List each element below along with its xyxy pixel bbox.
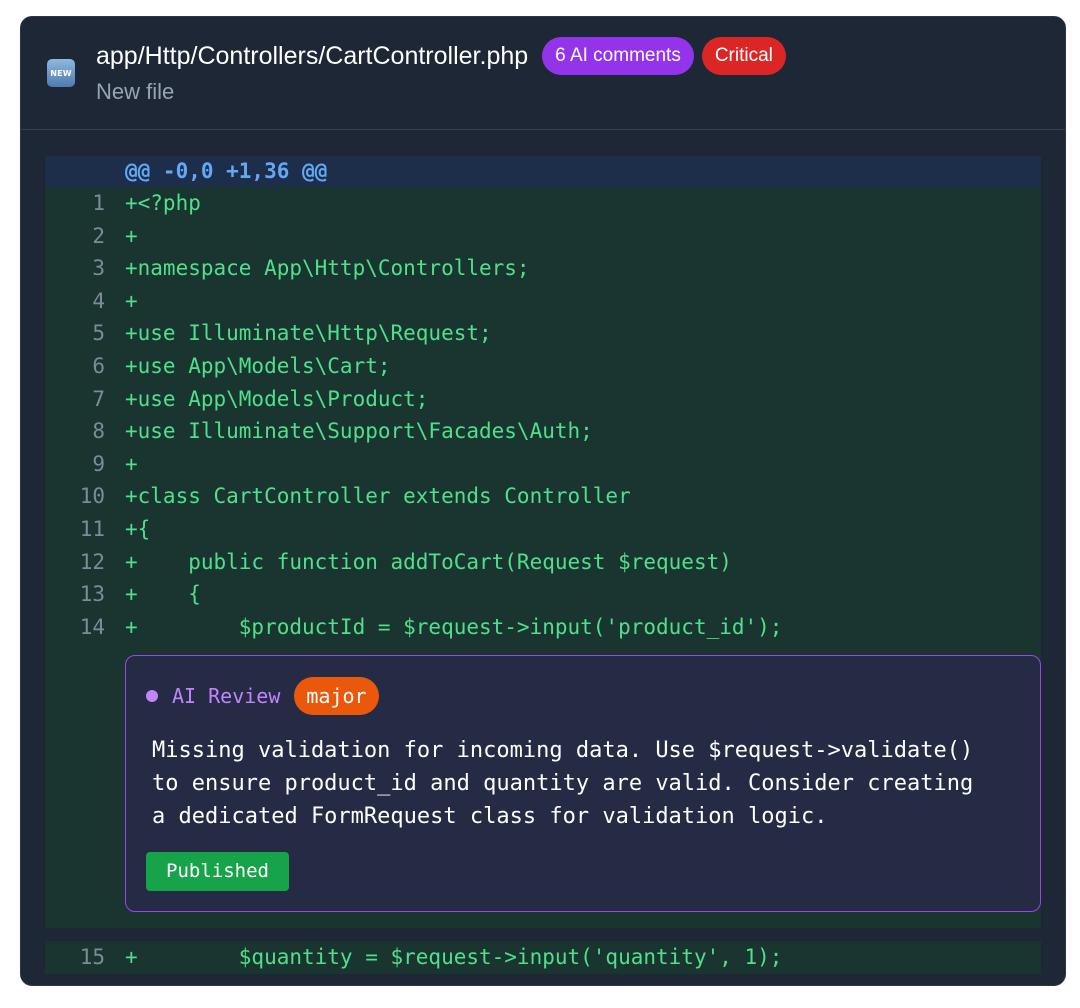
new-file-icon: NEW <box>47 59 75 87</box>
line-code: + { <box>125 582 201 607</box>
file-header: NEW app/Http/Controllers/CartController.… <box>21 17 1065 130</box>
line-number: 14 <box>79 614 105 639</box>
diff-lines: 1 +<?php 2 +3 +namespace App\Http\Controller… <box>45 187 1041 644</box>
diff-line[interactable]: 4 + <box>45 284 1041 318</box>
diff-line[interactable]: 14 + $productId = $request->input('produc… <box>45 610 1041 644</box>
line-number: 6 <box>92 353 105 378</box>
line-code: +use App\Models\Cart; <box>125 353 391 378</box>
diff-line[interactable]: 12 + public function addToCart(Request $r… <box>45 545 1041 579</box>
line-code: + <box>125 451 138 476</box>
comment-row: AI Review major Missing validation for i… <box>45 643 1041 929</box>
comment-line: Missing validation for incoming data. Us… <box>152 738 974 764</box>
comment-line: to ensure product_id and quantity are va… <box>152 771 974 797</box>
diff-line[interactable]: 2 + <box>45 219 1041 253</box>
line-number: 8 <box>92 419 105 444</box>
diff-line[interactable]: 15 + $quantity = $request->input('quanti… <box>45 941 1041 974</box>
comment-header: AI Review major <box>146 677 379 716</box>
line-code: +namespace App\Http\Controllers; <box>125 256 530 281</box>
diff-line[interactable]: 6 +use App\Models\Cart; <box>45 349 1041 383</box>
published-badge: Published <box>146 852 289 892</box>
line-number: 5 <box>92 321 105 346</box>
line-number: 3 <box>92 256 105 281</box>
diff-line[interactable]: 11 +{ <box>45 512 1041 546</box>
line-code: + public function addToCart(Request $req… <box>125 549 732 574</box>
line-number: 10 <box>79 484 105 509</box>
line-code: + $productId = $request->input('product_… <box>125 614 783 639</box>
line-number: 2 <box>92 223 105 248</box>
line-code: +use Illuminate\Support\Facades\Auth; <box>125 419 593 444</box>
line-code: +use App\Models\Product; <box>125 386 429 411</box>
line-number: 15 <box>79 945 105 970</box>
line-code: +class CartController extends Controller <box>125 484 631 509</box>
diff-line[interactable]: 5 +use Illuminate\Http\Request; <box>45 317 1041 350</box>
line-number: 7 <box>92 386 105 411</box>
line-code: +<?php <box>125 191 201 215</box>
diff-line[interactable]: 7 +use App\Models\Product; <box>45 382 1041 416</box>
hunk-header: @@ -0,0 +1,36 @@ <box>45 156 1041 187</box>
critical-badge: Critical <box>701 37 786 75</box>
status-dot-icon <box>146 690 158 703</box>
title-row: app/Http/Controllers/CartController.php … <box>96 37 786 75</box>
line-number: 4 <box>92 288 105 313</box>
file-status: New file <box>96 79 175 104</box>
severity-badge: major <box>294 677 379 716</box>
file-path[interactable]: app/Http/Controllers/CartController.php <box>96 42 528 71</box>
line-code: + <box>125 223 138 248</box>
diff-view: @@ -0,0 +1,36 @@ 1 +<?php 2 +3 +namespace Ap… <box>45 156 1041 974</box>
ai-comments-badge[interactable]: 6 AI comments <box>542 37 694 75</box>
diff-line[interactable]: 1 +<?php <box>45 187 1041 220</box>
line-number: 13 <box>79 582 105 607</box>
diff-line[interactable]: 8 +use Illuminate\Support\Facades\Auth; <box>45 415 1041 448</box>
comment-line: a dedicated FormRequest class for valida… <box>152 804 828 830</box>
ai-review-label: AI Review <box>172 684 281 709</box>
diff-line[interactable]: 9 + <box>45 447 1041 481</box>
line-number: 1 <box>92 191 105 215</box>
ai-review-comment: AI Review major Missing validation for i… <box>125 655 1041 913</box>
diff-line[interactable]: 13 + { <box>45 578 1041 611</box>
line-code: +use Illuminate\Http\Request; <box>125 321 492 346</box>
line-number: 11 <box>79 516 105 541</box>
line-code: + <box>125 288 138 313</box>
line-number: 12 <box>79 549 105 574</box>
file-diff-card: NEW app/Http/Controllers/CartController.… <box>20 16 1066 986</box>
line-code: + $quantity = $request->input('quantity'… <box>125 945 783 970</box>
diff-line[interactable]: 3 +namespace App\Http\Controllers; <box>45 252 1041 285</box>
line-code: +{ <box>125 516 151 541</box>
line-number: 9 <box>92 451 105 476</box>
comment-body: Missing validation for incoming data. Us… <box>152 734 1022 833</box>
diff-line[interactable]: 10 +class CartController extends Controll… <box>45 480 1041 513</box>
